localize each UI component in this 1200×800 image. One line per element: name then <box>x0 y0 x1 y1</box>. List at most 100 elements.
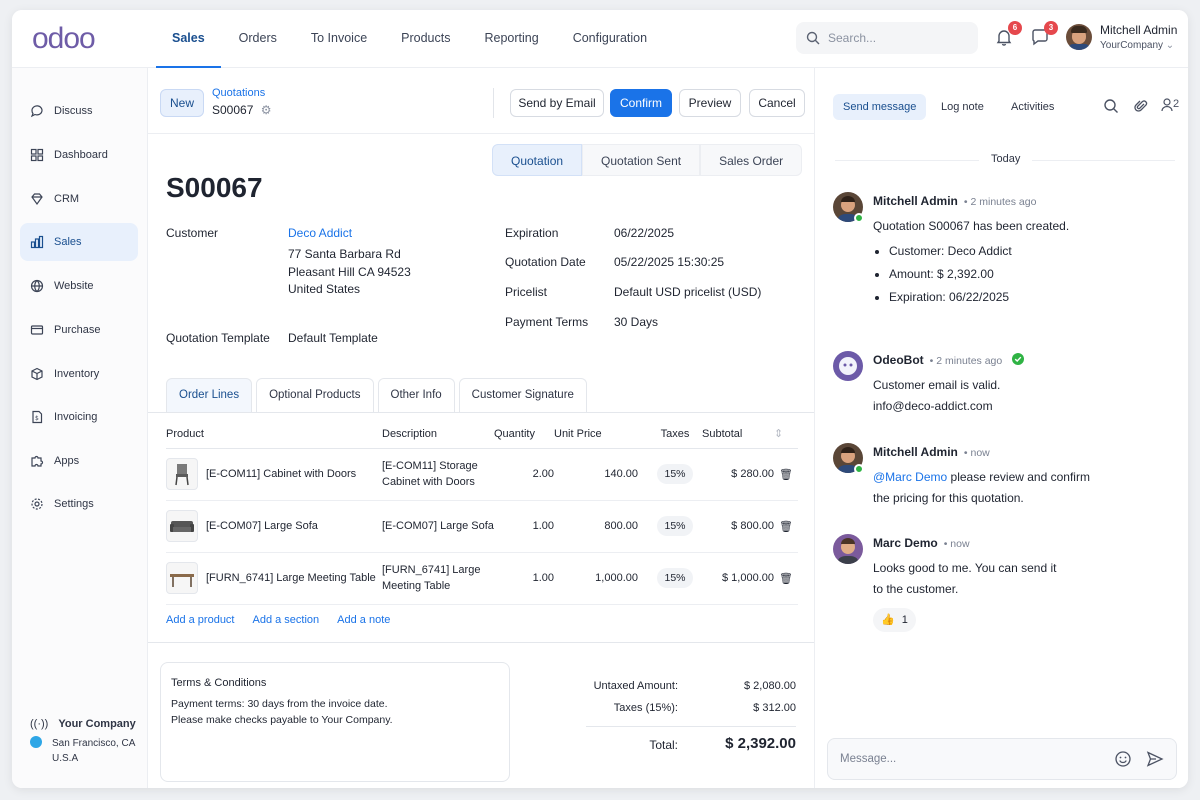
send-by-email-button[interactable]: Send by Email <box>510 89 604 117</box>
expiration-label: Expiration <box>505 226 559 240</box>
invoice-icon: $ <box>32 410 43 424</box>
location-icon <box>30 736 42 748</box>
emoji-icon[interactable] <box>1114 750 1132 768</box>
column-header[interactable]: Taxes <box>638 420 702 449</box>
sidebar-item-label: Inventory <box>54 368 100 380</box>
sidebar-item-dashboard[interactable]: Dashboard <box>20 136 138 174</box>
sidebar-item-sales[interactable]: Sales <box>20 223 138 261</box>
expiration-field[interactable]: 06/22/2025 <box>614 226 674 240</box>
sidebar-item-label: CRM <box>54 193 80 205</box>
message-author[interactable]: Mitchell Admin <box>873 445 958 459</box>
template-field[interactable]: Default Template <box>288 331 378 345</box>
message-time: now <box>970 447 990 459</box>
message-input[interactable] <box>840 753 1100 765</box>
message-composer <box>827 738 1177 780</box>
menu-to-invoice[interactable]: To Invoice <box>295 10 383 68</box>
customer-address-line3: United States <box>288 282 361 296</box>
notifications-button[interactable]: 6 <box>994 21 1022 49</box>
tax-badge: 15% <box>657 464 693 484</box>
menu-configuration[interactable]: Configuration <box>557 10 663 68</box>
product-name: [E-COM07] Large Sofa <box>206 520 318 532</box>
table-row[interactable]: [E-COM11] Cabinet with Doors [E-COM11] S… <box>166 448 798 501</box>
new-button[interactable]: New <box>160 89 204 117</box>
total-label: Total: <box>649 738 678 752</box>
log-note-button[interactable]: Log note <box>931 94 994 120</box>
global-search[interactable] <box>796 22 978 54</box>
tab-optional-products[interactable]: Optional Products <box>256 378 374 412</box>
cancel-button[interactable]: Cancel <box>749 89 805 117</box>
user-menu[interactable]: Mitchell Admin YourCompany ⌄ <box>1066 23 1177 51</box>
trash-icon[interactable]: 🗑 <box>774 552 798 605</box>
sidebar-item-settings[interactable]: Settings <box>20 485 138 523</box>
add-note-link[interactable]: Add a note <box>337 614 390 626</box>
quotation-date-field[interactable]: 05/22/2025 15:30:25 <box>614 255 724 269</box>
menu-reporting[interactable]: Reporting <box>469 10 555 68</box>
customer-link[interactable]: Deco Addict <box>288 226 352 240</box>
payment-terms-field[interactable]: 30 Days <box>614 315 658 329</box>
sidebar-item-website[interactable]: Website <box>20 267 138 305</box>
search-input[interactable] <box>828 31 958 45</box>
followers-button[interactable]: 2 <box>1161 98 1187 116</box>
terms-and-conditions-box[interactable]: Terms & Conditions Payment terms: 30 day… <box>160 662 510 782</box>
globe-icon <box>30 279 44 293</box>
paperclip-icon[interactable] <box>1133 98 1151 116</box>
puzzle-icon <box>31 455 44 467</box>
taxes-label: Taxes (15%): <box>613 702 678 714</box>
diamond-icon <box>31 193 43 206</box>
status-quotation[interactable]: Quotation <box>492 144 583 176</box>
column-settings-icon[interactable]: ⇕ <box>774 420 798 449</box>
gear-icon[interactable]: ⚙ <box>261 103 272 117</box>
pricelist-field[interactable]: Default USD pricelist (USD) <box>614 285 761 299</box>
tab-order-lines[interactable]: Order Lines <box>166 378 253 412</box>
sidebar-item-discuss[interactable]: Discuss <box>20 92 138 130</box>
quantity: 2.00 <box>494 448 554 501</box>
reaction-count: 1 <box>901 614 908 626</box>
sidebar-item-apps[interactable]: Apps <box>20 442 138 480</box>
status-quotation-sent[interactable]: Quotation Sent <box>582 144 701 176</box>
message-author[interactable]: OdeoBot <box>873 353 924 367</box>
mention-link[interactable]: @Marc Demo <box>873 470 947 484</box>
add-product-link[interactable]: Add a product <box>166 614 235 626</box>
tab-customer-signature[interactable]: Customer Signature <box>458 378 587 412</box>
reaction-button[interactable]: 👍 1 <box>873 608 916 632</box>
search-icon[interactable] <box>1103 98 1121 116</box>
quantity: 1.00 <box>494 500 554 553</box>
status-sales-order[interactable]: Sales Order <box>700 144 803 176</box>
column-header[interactable]: Subtotal <box>702 420 774 449</box>
untaxed-value: $ 2,080.00 <box>744 680 796 692</box>
odoo-logo[interactable]: odoo <box>32 22 96 56</box>
messages-button[interactable]: 3 <box>1030 21 1058 49</box>
message-author[interactable]: Marc Demo <box>873 536 938 550</box>
column-header[interactable]: Quantity <box>494 420 554 449</box>
preview-button[interactable]: Preview <box>679 89 741 117</box>
trash-icon[interactable]: 🗑 <box>774 448 798 501</box>
sidebar-item-label: Apps <box>54 455 80 467</box>
sidebar-item-crm[interactable]: CRM <box>20 180 138 218</box>
tab-other-info[interactable]: Other Info <box>377 378 455 412</box>
column-header[interactable]: Product <box>166 420 382 449</box>
sidebar-item-invoicing[interactable]: $ Invoicing <box>20 398 138 436</box>
pricelist-label: Pricelist <box>505 285 548 299</box>
confirm-button[interactable]: Confirm <box>610 89 672 117</box>
sidebar-item-inventory[interactable]: Inventory <box>20 355 138 393</box>
divider <box>586 726 796 727</box>
user-company: YourCompany ⌄ <box>1100 40 1175 51</box>
send-icon[interactable] <box>1146 750 1164 768</box>
breadcrumb-quotations[interactable]: Quotations <box>212 87 265 99</box>
template-label: Quotation Template <box>166 331 270 345</box>
company-info: ((·)) Your Company San Francisco, CA U.S… <box>30 718 136 772</box>
column-header[interactable]: Unit Price <box>554 420 638 449</box>
trash-icon[interactable]: 🗑 <box>774 500 798 553</box>
add-section-link[interactable]: Add a section <box>253 614 320 626</box>
menu-orders[interactable]: Orders <box>223 10 293 68</box>
column-header[interactable]: Description <box>382 420 494 449</box>
menu-products[interactable]: Products <box>385 10 466 68</box>
send-message-button[interactable]: Send message <box>833 94 927 120</box>
sidebar-item-purchase[interactable]: Purchase <box>20 311 138 349</box>
table-row[interactable]: [E-COM07] Large Sofa [E-COM07] Large Sof… <box>166 500 798 553</box>
menu-sales[interactable]: Sales <box>156 10 221 68</box>
activities-button[interactable]: Activities <box>1001 94 1064 120</box>
customer-address-line1: 77 Santa Barbara Rd <box>288 247 401 261</box>
table-row[interactable]: [FURN_6741] Large Meeting Table [FURN_67… <box>166 552 798 605</box>
message-author[interactable]: Mitchell Admin <box>873 194 958 208</box>
